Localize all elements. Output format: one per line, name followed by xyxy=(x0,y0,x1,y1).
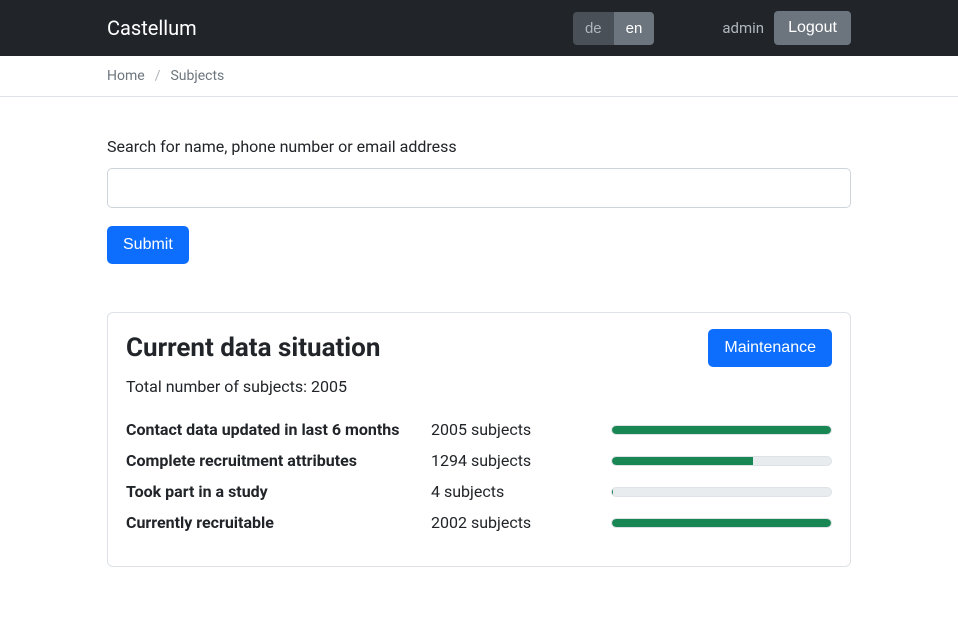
stat-label: Took part in a study xyxy=(126,482,431,501)
breadcrumb: Home / Subjects xyxy=(0,56,958,97)
submit-button[interactable]: Submit xyxy=(107,226,189,264)
stat-label: Complete recruitment attributes xyxy=(126,451,431,470)
breadcrumb-separator: / xyxy=(155,68,161,84)
language-toggle: de en xyxy=(573,12,654,45)
search-label: Search for name, phone number or email a… xyxy=(107,137,851,156)
stat-row-recruitment-attributes: Complete recruitment attributes 1294 sub… xyxy=(126,445,832,476)
search-input[interactable] xyxy=(107,168,851,208)
progress-fill xyxy=(612,457,753,465)
progress-bar xyxy=(611,487,832,497)
progress-bar xyxy=(611,456,832,466)
progress-fill xyxy=(612,426,831,434)
lang-de-button[interactable]: de xyxy=(573,12,614,45)
stat-value: 4 subjects xyxy=(431,482,611,501)
stat-value: 2002 subjects xyxy=(431,513,611,532)
maintenance-button[interactable]: Maintenance xyxy=(708,329,832,367)
stat-row-took-part-study: Took part in a study 4 subjects xyxy=(126,476,832,507)
card-title: Current data situation xyxy=(126,333,380,363)
lang-en-button[interactable]: en xyxy=(614,12,655,45)
brand-title[interactable]: Castellum xyxy=(107,16,197,40)
breadcrumb-subjects[interactable]: Subjects xyxy=(170,68,224,84)
progress-bar xyxy=(611,425,832,435)
stat-row-currently-recruitable: Currently recruitable 2002 subjects xyxy=(126,507,832,538)
navbar: Castellum de en admin Logout xyxy=(0,0,958,56)
data-situation-card: Current data situation Maintenance Total… xyxy=(107,312,851,567)
breadcrumb-home[interactable]: Home xyxy=(107,68,145,84)
total-subjects: Total number of subjects: 2005 xyxy=(126,377,832,396)
progress-fill xyxy=(612,519,831,527)
stat-value: 1294 subjects xyxy=(431,451,611,470)
user-label: admin xyxy=(722,19,764,37)
stat-label: Contact data updated in last 6 months xyxy=(126,420,431,439)
stat-value: 2005 subjects xyxy=(431,420,611,439)
logout-button[interactable]: Logout xyxy=(774,11,851,45)
stat-row-contact-updated: Contact data updated in last 6 months 20… xyxy=(126,414,832,445)
stat-label: Currently recruitable xyxy=(126,513,431,532)
progress-bar xyxy=(611,518,832,528)
